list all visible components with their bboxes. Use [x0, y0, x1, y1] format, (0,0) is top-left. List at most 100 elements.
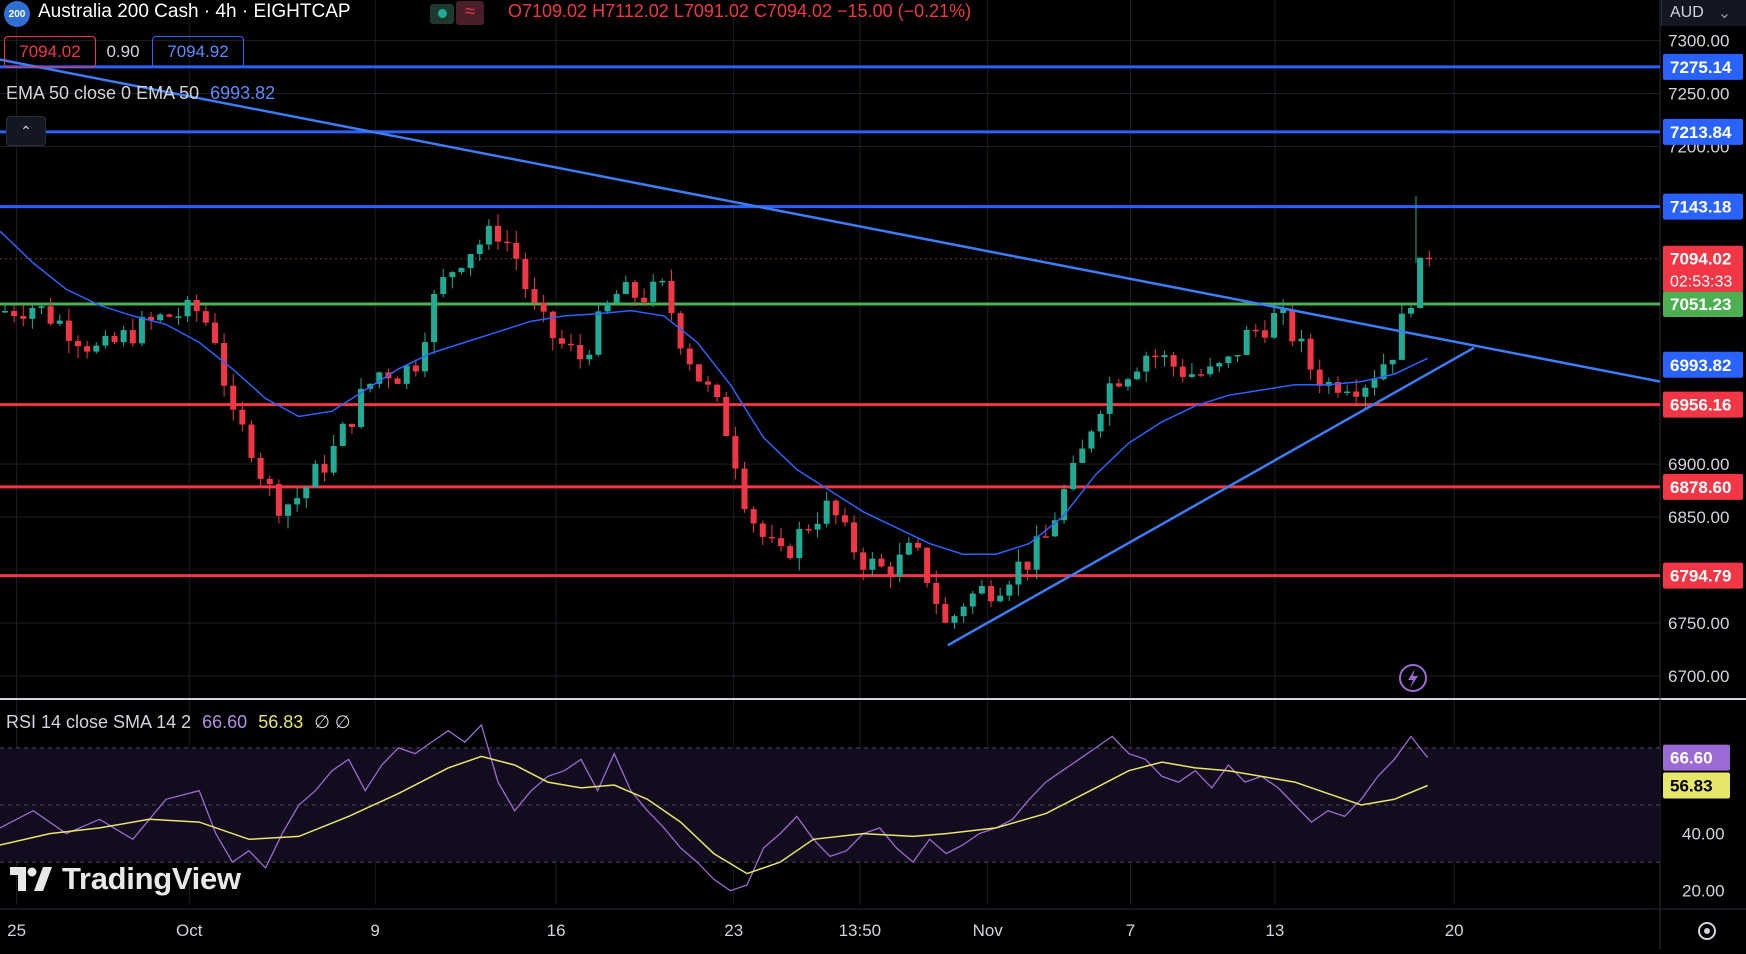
candle-body	[1134, 371, 1141, 380]
price-chart[interactable]: 7300.007250.007200.006900.006850.006750.…	[0, 0, 1746, 949]
candle-body	[659, 280, 666, 283]
tradingview-logo[interactable]: TradingView	[10, 861, 241, 897]
candle-body	[586, 354, 593, 360]
candle-body	[841, 515, 848, 523]
ema-legend-value: 6993.82	[210, 83, 276, 103]
candle-body	[157, 314, 164, 321]
candle-body	[549, 311, 556, 339]
candle-body	[668, 280, 675, 314]
time-tick-label: Oct	[176, 921, 203, 940]
rsi-tick-label: 40.00	[1682, 825, 1725, 844]
level-price-tag: 6956.16	[1663, 391, 1743, 418]
ema-price-tag-text: 6993.82	[1670, 356, 1731, 375]
candle-body	[1316, 369, 1323, 386]
candle-body	[285, 504, 292, 516]
price-tick-label: 6700.00	[1668, 667, 1729, 686]
rsi-legend-label: RSI 14 close SMA 14 2	[6, 712, 192, 732]
candle-body	[704, 381, 711, 385]
candle-body	[924, 547, 931, 583]
candle-body	[29, 307, 36, 319]
candle-body	[111, 335, 118, 343]
candle-body	[1015, 561, 1022, 585]
candle-body	[294, 498, 301, 505]
rsi-sma-text: 56.83	[1670, 776, 1713, 795]
rsi-sma-legend-value: 56.83	[258, 712, 304, 732]
candle-body	[1398, 313, 1405, 360]
candle-body	[1179, 366, 1186, 377]
candle-body	[522, 258, 529, 290]
time-tick-label: 25	[7, 921, 26, 940]
candle-body	[239, 409, 246, 425]
candle-body	[1371, 379, 1378, 388]
price-tick-label: 7300.00	[1668, 32, 1729, 51]
level-price-tag-text: 6878.60	[1670, 478, 1731, 497]
candle-body	[1389, 359, 1396, 365]
candle-body	[988, 586, 995, 602]
ohlc-low: L7091.02	[673, 1, 749, 21]
tradingview-logo-icon	[10, 867, 52, 891]
buy-button[interactable]: 7094.92	[152, 36, 244, 68]
ohlc-readout: O7109.02 H7112.02 L7091.02 C7094.02 −15.…	[508, 1, 971, 22]
candle-body	[604, 302, 611, 312]
price-tick-label: 6900.00	[1668, 455, 1729, 474]
rsi-legend-value: 66.60	[202, 712, 248, 732]
price-tick-label: 6850.00	[1668, 508, 1729, 527]
candle-body	[778, 538, 785, 547]
sell-button[interactable]: 7094.02	[4, 36, 96, 68]
candle-body	[905, 542, 912, 555]
candle-body	[969, 593, 976, 607]
candle-body	[1408, 307, 1414, 314]
level-price-tag-text: 7143.18	[1670, 198, 1731, 217]
candle-body	[47, 306, 54, 324]
candle-body	[412, 365, 419, 372]
rsi-value-text: 66.60	[1670, 749, 1713, 768]
rsi-tick-label: 20.00	[1682, 882, 1725, 901]
candle-body	[230, 385, 237, 410]
candle-body	[686, 348, 693, 365]
level-price-tag-text: 7275.14	[1670, 58, 1732, 77]
candle-body	[750, 509, 757, 524]
ohlc-high: H7112.02	[592, 1, 669, 21]
candle-body	[1426, 257, 1433, 260]
ema-legend[interactable]: EMA 50 close 0 EMA 50 6993.82	[6, 83, 275, 104]
candle-body	[431, 293, 438, 343]
level-price-tag: 7143.18	[1663, 193, 1743, 220]
candle-body	[440, 277, 447, 294]
level-price-tag: 6794.79	[1663, 562, 1743, 589]
candle-body	[631, 282, 638, 298]
candle-body	[869, 558, 876, 570]
candle-body	[1170, 355, 1177, 367]
rsi-legend[interactable]: RSI 14 close SMA 14 2 66.60 56.83 ∅ ∅	[6, 712, 351, 733]
candle-body	[312, 463, 319, 488]
time-tick-label: 9	[370, 921, 379, 940]
candle-body	[759, 523, 766, 537]
time-tick-label: 7	[1126, 921, 1135, 940]
candle-body	[20, 316, 27, 319]
settings-icon-dot	[1704, 928, 1710, 934]
collapse-chevron-icon[interactable]: ⌃	[6, 116, 46, 146]
ohlc-close: C7094.02	[753, 1, 833, 21]
candle-body	[339, 423, 346, 446]
candle-body	[1024, 561, 1031, 570]
candle-body	[202, 311, 209, 323]
candle-body	[951, 616, 958, 623]
candle-body	[1234, 354, 1241, 357]
candle-body	[1307, 338, 1314, 370]
chart-stage: 7300.00 7250.00 7200.00 6900.00 6850.00 6750.…	[0, 0, 1746, 949]
candle-body	[540, 302, 547, 312]
ema-price-tag: 6993.82	[1663, 351, 1743, 378]
candle-body	[513, 242, 520, 259]
level-price-tag: 6878.60	[1663, 473, 1743, 500]
candle-body	[1070, 462, 1077, 490]
candle-body	[878, 558, 885, 567]
time-tick-label: Nov	[973, 921, 1004, 940]
candle-body	[914, 542, 921, 548]
wave-icon: ≈	[456, 1, 484, 25]
ohlc-open: O7109.02	[508, 1, 588, 21]
time-tick-label: 13:50	[839, 921, 882, 940]
currency-selector[interactable]: AUD ⌄	[1661, 0, 1746, 26]
candle-body	[1115, 383, 1122, 387]
candle-body	[129, 330, 136, 344]
candle-body	[1298, 338, 1305, 342]
candle-body	[1124, 379, 1131, 387]
